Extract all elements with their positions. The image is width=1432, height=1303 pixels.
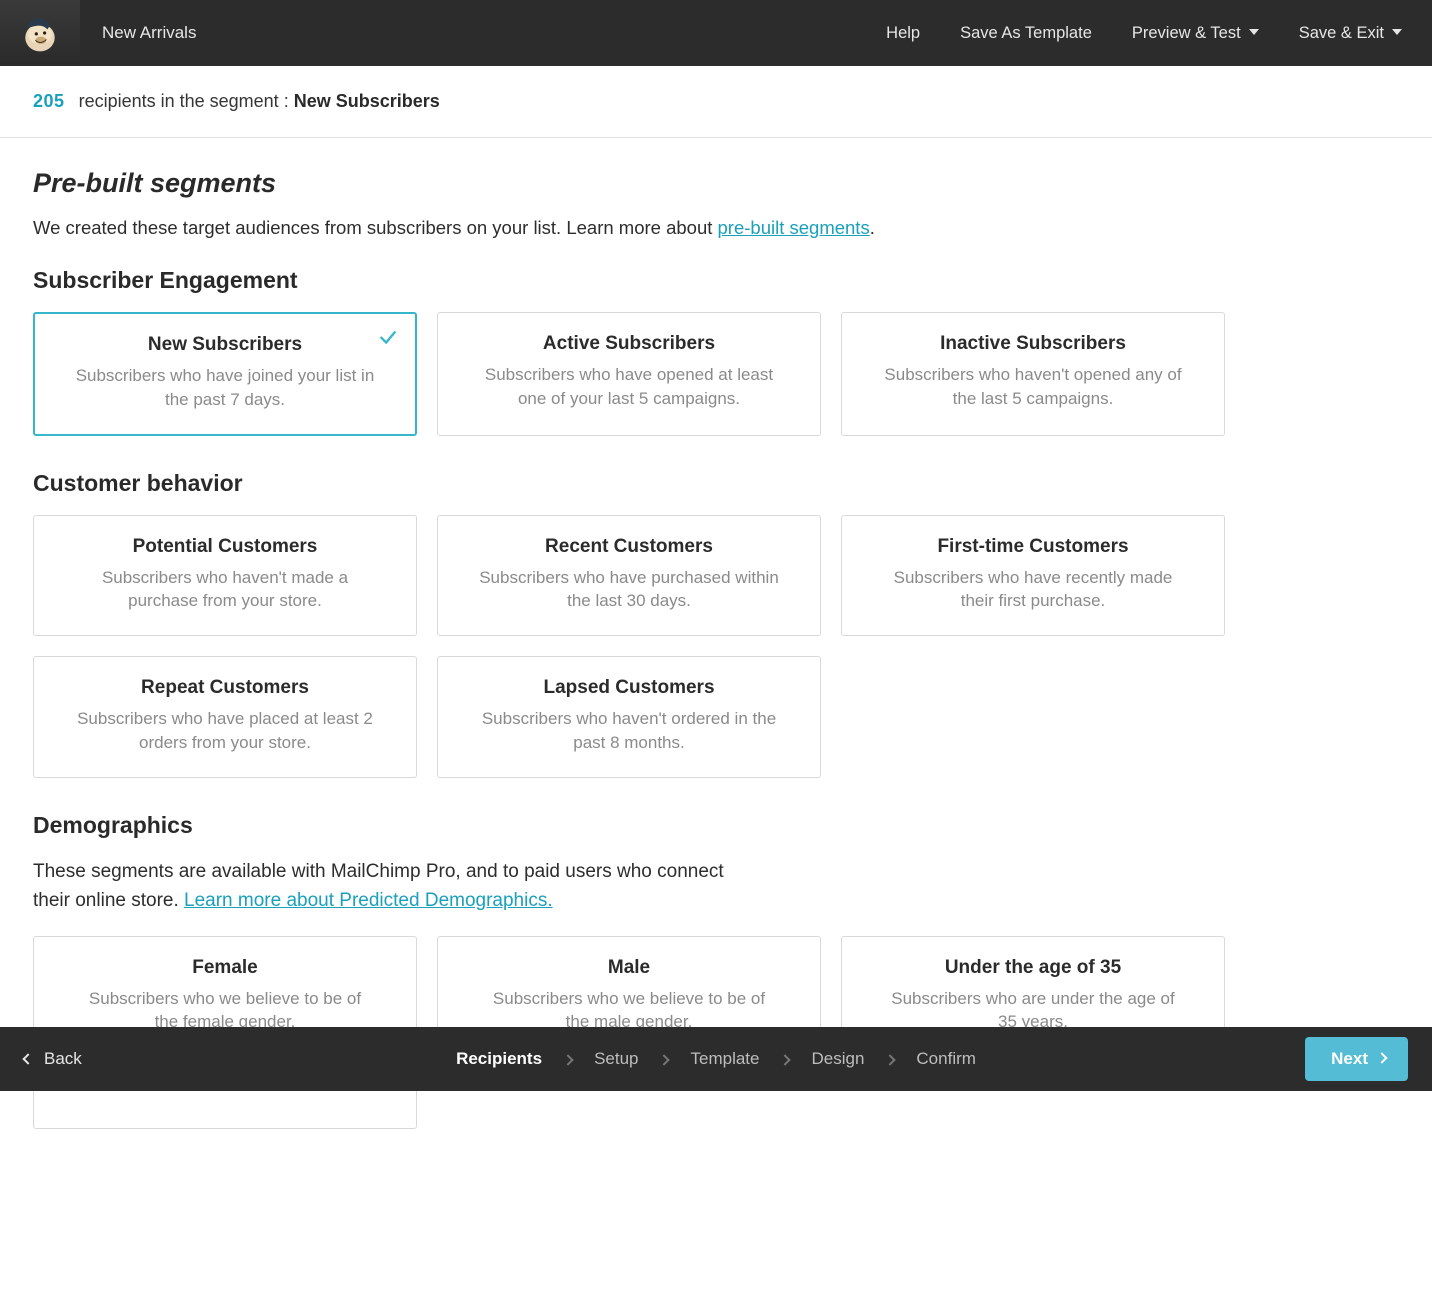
back-button[interactable]: Back <box>24 1049 82 1069</box>
section-title-customer: Customer behavior <box>33 470 1399 497</box>
card-title: New Subscribers <box>63 334 387 356</box>
save-as-template-link[interactable]: Save As Template <box>960 24 1092 43</box>
mailchimp-logo-icon <box>17 10 63 56</box>
intro-text: We created these target audiences from s… <box>33 217 1399 239</box>
section-desc-demographics: These segments are available with MailCh… <box>33 857 743 916</box>
intro-text-after: . <box>870 217 875 238</box>
chevron-right-icon <box>564 1049 572 1069</box>
step-template[interactable]: Template <box>691 1049 760 1069</box>
chevron-right-icon <box>661 1049 669 1069</box>
card-title: Recent Customers <box>466 536 792 558</box>
step-recipients[interactable]: Recipients <box>456 1049 542 1069</box>
chevron-right-icon <box>781 1049 789 1069</box>
top-actions: Help Save As Template Preview & Test Sav… <box>886 24 1432 43</box>
prebuilt-segments-link[interactable]: pre-built segments <box>718 217 870 238</box>
card-desc: Subscribers who have opened at least one… <box>479 363 779 411</box>
segment-card-new-subscribers[interactable]: New Subscribers Subscribers who have join… <box>33 312 417 436</box>
chevron-right-icon <box>886 1049 894 1069</box>
step-design[interactable]: Design <box>811 1049 864 1069</box>
predicted-demographics-link[interactable]: Learn more about Predicted Demographics. <box>184 890 553 911</box>
segment-name: New Subscribers <box>294 91 440 111</box>
help-link[interactable]: Help <box>886 24 920 43</box>
recipient-count: 205 <box>33 91 65 111</box>
step-breadcrumbs: Recipients Setup Template Design Confirm <box>456 1049 976 1069</box>
preview-test-dropdown[interactable]: Preview & Test <box>1132 24 1259 43</box>
segment-card-first-time-customers[interactable]: First-time Customers Subscribers who have… <box>841 515 1225 637</box>
step-setup[interactable]: Setup <box>594 1049 638 1069</box>
bottom-bar: Back Recipients Setup Template Design Confir… <box>0 1027 1432 1091</box>
section-title-engagement: Subscriber Engagement <box>33 267 1399 294</box>
segment-card-potential-customers[interactable]: Potential Customers Subscribers who haven… <box>33 515 417 637</box>
check-icon <box>377 326 399 353</box>
save-exit-dropdown[interactable]: Save & Exit <box>1299 24 1402 43</box>
page-title: New Arrivals <box>80 23 196 43</box>
card-title: Male <box>466 957 792 979</box>
segment-card-lapsed-customers[interactable]: Lapsed Customers Subscribers who haven't … <box>437 656 821 778</box>
chevron-right-icon <box>1376 1052 1387 1063</box>
card-desc: Subscribers who haven't opened any of th… <box>883 363 1183 411</box>
card-grid-engagement: New Subscribers Subscribers who have join… <box>33 312 1399 436</box>
card-title: Lapsed Customers <box>466 677 792 699</box>
card-grid-customer: Potential Customers Subscribers who haven… <box>33 515 1399 778</box>
segment-card-active-subscribers[interactable]: Active Subscribers Subscribers who have o… <box>437 312 821 436</box>
card-title: Potential Customers <box>62 536 388 558</box>
card-desc: Subscribers who have recently made their… <box>883 566 1183 614</box>
segment-card-repeat-customers[interactable]: Repeat Customers Subscribers who have pla… <box>33 656 417 778</box>
next-label: Next <box>1331 1049 1368 1069</box>
card-title: Active Subscribers <box>466 333 792 355</box>
card-title: First-time Customers <box>870 536 1196 558</box>
section-title-demographics: Demographics <box>33 812 1399 839</box>
card-desc: Subscribers who haven't made a purchase … <box>75 566 375 614</box>
next-button[interactable]: Next <box>1305 1037 1408 1081</box>
top-bar: New Arrivals Help Save As Template Previ… <box>0 0 1432 66</box>
card-title: Repeat Customers <box>62 677 388 699</box>
intro-text-before: We created these target audiences from s… <box>33 217 718 238</box>
heading-prebuilt-segments: Pre-built segments <box>33 168 1399 199</box>
content-area: Pre-built segments We created these targ… <box>0 138 1432 1303</box>
step-confirm[interactable]: Confirm <box>916 1049 976 1069</box>
card-title: Female <box>62 957 388 979</box>
recipient-count-bar: 205 recipients in the segment : New Subs… <box>0 66 1432 138</box>
card-desc: Subscribers who have purchased within th… <box>479 566 779 614</box>
card-title: Under the age of 35 <box>870 957 1196 979</box>
card-desc: Subscribers who haven't ordered in the p… <box>479 707 779 755</box>
card-desc: Subscribers who have placed at least 2 o… <box>75 707 375 755</box>
segment-card-recent-customers[interactable]: Recent Customers Subscribers who have pur… <box>437 515 821 637</box>
logo[interactable] <box>0 0 80 66</box>
card-title: Inactive Subscribers <box>870 333 1196 355</box>
chevron-left-icon <box>22 1053 33 1064</box>
segment-card-inactive-subscribers[interactable]: Inactive Subscribers Subscribers who have… <box>841 312 1225 436</box>
card-desc: Subscribers who have joined your list in… <box>75 364 375 412</box>
recipient-count-label: recipients in the segment : <box>79 91 289 111</box>
back-label: Back <box>44 1049 82 1069</box>
